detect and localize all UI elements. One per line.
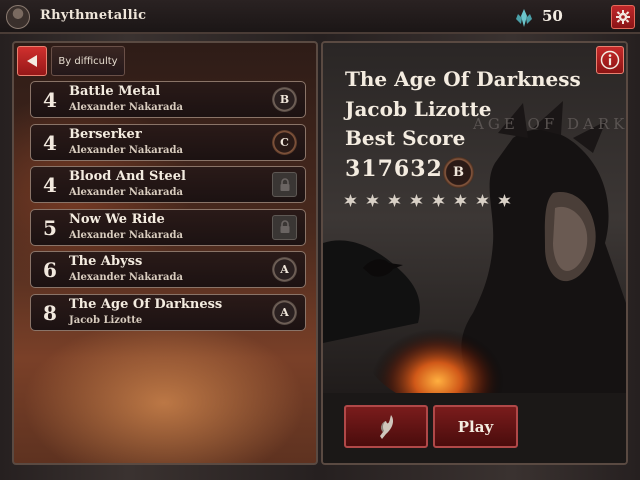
song-artist: Jacob Lizotte (345, 97, 492, 121)
song-row[interactable]: 4 Battle Metal Alexander Nakarada B (30, 81, 306, 118)
song-row-artist: Jacob Lizotte (69, 314, 143, 326)
best-grade-badge: B (443, 157, 474, 188)
star-empty-icon (476, 193, 489, 208)
settings-button[interactable] (611, 5, 635, 29)
crystal-gem-icon (516, 9, 532, 27)
song-detail-panel: AGE OF DARKN The Age Of Darkness Jacob L… (321, 41, 628, 465)
song-row[interactable]: 8 The Age Of Darkness Jacob Lizotte A (30, 293, 306, 331)
song-row-title: Blood And Steel (69, 169, 186, 184)
back-button[interactable] (17, 46, 47, 76)
profile-name[interactable]: Rhythmetallic (40, 8, 146, 23)
song-row-artist: Alexander Nakarada (69, 272, 183, 283)
song-row-artist: Alexander Nakarada (69, 229, 183, 241)
gear-icon (616, 10, 630, 24)
star-empty-icon (432, 193, 445, 208)
grade-badge: C (272, 129, 297, 155)
song-row-title: Berserker (69, 126, 142, 142)
best-score-label: Best Score (345, 126, 466, 150)
song-difficulty-level: 4 (43, 173, 57, 197)
top-bar: Rhythmetallic 50 (0, 0, 640, 34)
star-empty-icon (344, 193, 357, 208)
play-button[interactable]: Play (433, 405, 518, 448)
lock-icon (272, 214, 297, 240)
lock-icon (272, 172, 297, 197)
song-row-artist: Alexander Nakarada (69, 102, 183, 113)
song-difficulty-level: 6 (43, 258, 57, 282)
arrow-left-icon (27, 55, 37, 67)
song-row-title: The Abyss (69, 254, 143, 269)
song-difficulty-level: 4 (43, 88, 57, 112)
song-row[interactable]: 6 The Abyss Alexander Nakarada A (30, 251, 306, 288)
song-difficulty-level: 5 (43, 215, 57, 240)
song-difficulty-level: 4 (43, 130, 57, 155)
sort-by-difficulty-button[interactable]: By difficulty (51, 46, 125, 76)
star-empty-icon (498, 193, 511, 208)
song-row[interactable]: 5 Now We Ride Alexander Nakarada (30, 208, 306, 246)
song-row[interactable]: 4 Blood And Steel Alexander Nakarada (30, 166, 306, 203)
grade-badge: A (272, 299, 297, 325)
info-button[interactable] (596, 46, 624, 74)
song-row-artist: Alexander Nakarada (69, 144, 183, 156)
grade-badge: B (272, 87, 297, 112)
star-empty-icon (388, 193, 401, 208)
profile-avatar[interactable] (6, 5, 30, 29)
star-empty-icon (366, 193, 379, 208)
song-row-title: Now We Ride (69, 211, 165, 227)
song-title: The Age Of Darkness (345, 67, 581, 91)
equip-instrument-button[interactable] (344, 405, 428, 448)
star-rating (343, 193, 512, 208)
song-row[interactable]: 4 Berserker Alexander Nakarada C (30, 123, 306, 161)
gem-count: 50 (542, 7, 563, 25)
song-difficulty-level: 8 (43, 300, 57, 325)
grade-badge: A (272, 257, 297, 282)
star-empty-icon (454, 193, 467, 208)
song-row-artist: Alexander Nakarada (69, 187, 183, 198)
blade-icon (380, 414, 394, 439)
album-cover-art: AGE OF DARKN (323, 43, 626, 393)
info-icon (600, 50, 620, 70)
song-list-panel: By difficulty 4 Battle Metal Alexander Nak… (12, 41, 318, 465)
best-score-value: 317632 (345, 156, 443, 182)
star-empty-icon (410, 193, 423, 208)
song-row-title: The Age Of Darkness (69, 296, 223, 312)
cover-title-text: AGE OF DARKN (472, 115, 626, 133)
song-row-title: Battle Metal (69, 84, 161, 99)
